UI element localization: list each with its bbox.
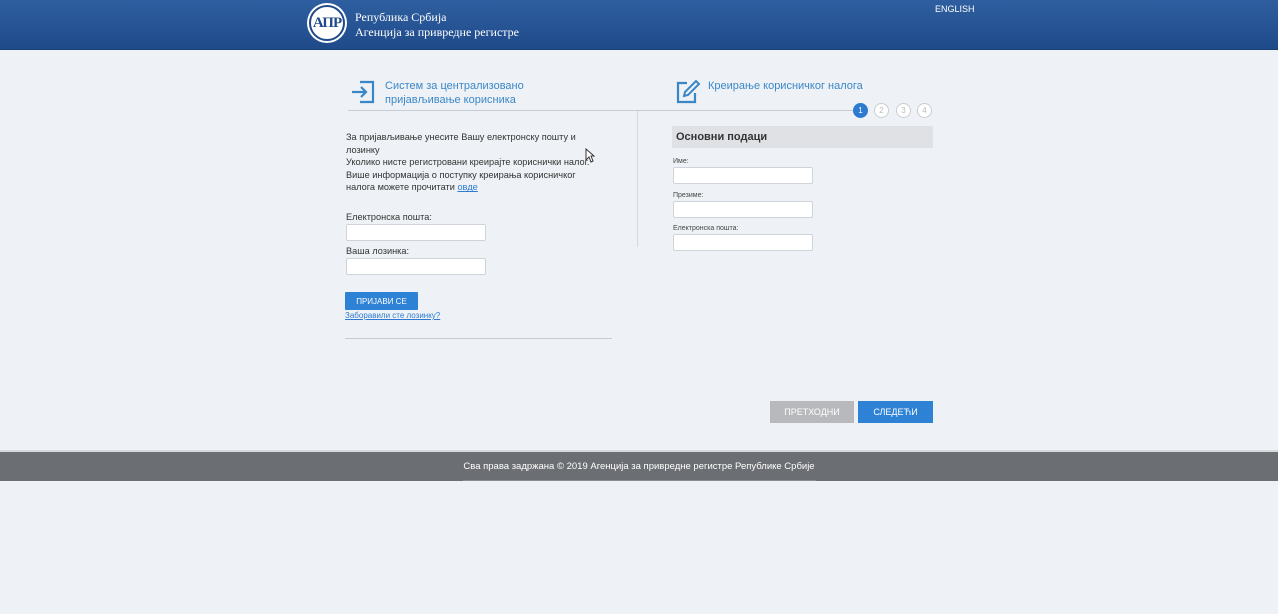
next-button[interactable]: СЛЕДЕЋИ (858, 401, 933, 423)
site-footer: Сва права задржана © 2019 Агенција за пр… (0, 450, 1278, 481)
info-line-1: За пријављивање унесите Вашу електронску… (346, 132, 576, 142)
brand-line-1: Република Србија (355, 10, 447, 24)
brand-line-2: Агенција за привредне регистре (355, 25, 519, 39)
apr-logo[interactable]: АПР (309, 5, 345, 41)
forgot-password-link[interactable]: Заборавили сте лозинку? (345, 311, 440, 320)
edit-icon (676, 79, 701, 104)
info-line-5: налога можете прочитати (346, 182, 458, 193)
language-link[interactable]: ENGLISH (935, 4, 975, 14)
login-title-line-2: пријављивање корисника (385, 94, 516, 106)
step-2: 2 (874, 103, 889, 118)
basic-data-header: Основни подаци (672, 126, 933, 148)
step-4: 4 (917, 103, 932, 118)
site-header: АПР Република Србија Агенција за привред… (0, 0, 1278, 50)
copyright-text: Сва права задржана © 2019 Агенција за пр… (463, 461, 815, 472)
email-input[interactable] (346, 224, 486, 241)
login-button[interactable]: ПРИЈАВИ СЕ (345, 292, 418, 310)
last-name-label: Презиме: (673, 192, 704, 199)
step-3: 3 (896, 103, 911, 118)
footer-underline (463, 480, 816, 481)
register-section-title: Креирање корисничког налога (708, 80, 863, 92)
email-label: Електронска пошта: (346, 212, 432, 222)
previous-button[interactable]: ПРЕТХОДНИ (770, 401, 854, 423)
last-name-input[interactable] (673, 201, 813, 218)
register-email-input[interactable] (673, 234, 813, 251)
mouse-cursor-icon (585, 148, 595, 163)
login-section-title: Систем за централизовано пријављивање ко… (385, 79, 524, 107)
first-name-input[interactable] (673, 167, 813, 184)
first-name-label: Име: (673, 158, 689, 165)
step-1: 1 (853, 103, 868, 118)
register-email-label: Електронска пошта: (673, 225, 739, 232)
column-divider (637, 111, 638, 247)
info-line-2: лозинку (346, 144, 380, 155)
login-instructions: За пријављивање унесите Вашу електронску… (346, 131, 606, 194)
password-input[interactable] (346, 258, 486, 275)
more-info-link[interactable]: овде (457, 182, 477, 192)
info-line-4: Више информација о поступку креирања кор… (346, 169, 576, 180)
info-line-3: Уколико нисте регистровани креирајте кор… (346, 157, 590, 168)
login-bottom-divider (345, 338, 612, 339)
section-divider (348, 110, 858, 111)
sign-in-icon (352, 80, 375, 104)
login-title-line-1: Систем за централизовано (385, 80, 524, 92)
password-label: Ваша лозинка: (346, 246, 410, 256)
logo-text: АПР (312, 14, 342, 31)
